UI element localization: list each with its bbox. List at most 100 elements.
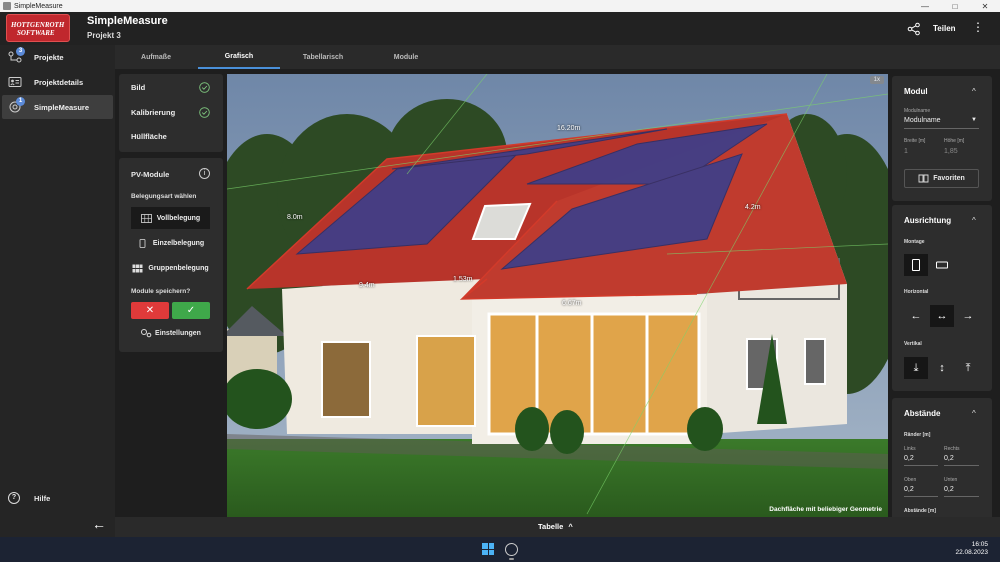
full-grid-icon [140,213,152,223]
confirm-save-button[interactable]: ✓ [172,302,210,319]
oben-field[interactable]: 0,2 [904,486,914,493]
rechts-label: Rechts [944,446,960,452]
option-label: Einzelbelegung [152,239,205,247]
measurement-label: 16.20m [557,125,581,132]
portrait-icon [912,259,920,271]
tab-tabellarisch[interactable]: Tabellarisch [282,45,364,69]
table-toggle-button[interactable]: Tabelle ^ [538,522,573,531]
measurement-label: 6.67m [562,300,582,307]
measurement-canvas[interactable]: 1x 16.20m 8.0m 9.4m 1.53m 6.67m 4.2m Dac… [227,74,888,517]
sidebar-item-label: SimpleMeasure [34,102,90,112]
save-modules-label: Module speichern? [131,288,191,295]
clock-date: 22.08.2023 [955,549,988,556]
tab-grafisch[interactable]: Grafisch [198,45,280,69]
raender-label: Ränder [m] [904,432,931,438]
measurement-label: 1.53m [453,276,473,283]
more-options-icon[interactable]: ⋮ [972,21,984,33]
zoom-indicator[interactable]: 1x [869,76,884,84]
logo-text-line1: HOTTGENROTH [11,21,65,29]
portrait-mount-button[interactable] [904,254,928,276]
modulname-select[interactable]: Modulname [904,117,941,124]
sidebar-item-projekte[interactable]: 3 Projekte [2,45,113,69]
step-kalibrierung[interactable]: Kalibrierung [131,108,175,117]
settings-label: Einstellungen [155,329,201,337]
help-button[interactable]: ? Hilfe [8,492,50,504]
window-title: SimpleMeasure [14,2,63,10]
app-icon [3,2,11,10]
gears-icon [141,329,152,338]
field-underline [944,496,979,497]
tab-module[interactable]: Module [365,45,447,69]
measurement-label: 8.0m [287,214,303,221]
chevron-up-icon[interactable]: ^ [972,409,976,418]
properties-panel: Modul ^ Modulname Modulname ▼ Breite [m]… [892,74,992,517]
sidebar-item-projektdetails[interactable]: Projektdetails [2,70,113,94]
window-controls: — □ ✕ [910,2,1000,11]
links-field[interactable]: 0,2 [904,455,914,462]
links-label: Links [904,446,916,452]
close-window-button[interactable]: ✕ [970,2,1000,11]
help-label: Hilfe [34,493,51,503]
share-icon[interactable] [907,22,921,36]
project-title: Projekt 3 [87,31,121,40]
chevron-up-icon[interactable]: ^ [972,216,976,225]
step-huellflaeche[interactable]: Hüllfläche [131,132,167,141]
option-einzelbelegung[interactable]: Einzelbelegung [131,232,210,254]
back-arrow-icon[interactable]: ← [92,516,106,532]
option-vollbelegung[interactable]: Vollbelegung [131,207,210,229]
sidebar: 3 Projekte Projektdetails 1 SimpleMeasur… [0,45,115,537]
cancel-save-button[interactable]: ✕ [131,302,169,319]
simplemeasure-badge: 1 [16,97,25,106]
align-right-button[interactable]: → [956,305,980,327]
window-titlebar: SimpleMeasure — □ ✕ [0,0,1000,12]
pv-modules-title: PV-Module [131,170,170,179]
sidebar-item-simplemeasure[interactable]: 1 SimpleMeasure [2,95,113,119]
modul-title: Modul [904,87,928,96]
field-underline [904,465,938,466]
measurement-label: 4.2m [745,204,761,211]
horizontal-label: Horizontal [904,289,929,295]
favoriten-label: Favoriten [933,175,965,182]
settings-button[interactable]: Einstellungen [131,324,210,342]
breite-field[interactable]: 1 [904,148,908,155]
workflow-steps-card: Bild Kalibrierung Hüllfläche [119,74,223,152]
system-clock[interactable]: 16:05 22.08.2023 [950,541,988,557]
app-title: SimpleMeasure [87,15,168,27]
share-button[interactable]: Teilen [933,24,956,33]
windows-start-icon[interactable] [482,543,494,555]
landscape-mount-button[interactable] [930,254,954,276]
ausrichtung-card: Ausrichtung ^ Montage Horizontal ← ↔ → V… [892,205,992,391]
maximize-button[interactable]: □ [940,2,970,11]
running-indicator [509,558,514,560]
sidebar-item-label: Projektdetails [34,77,84,87]
os-taskbar: 16:05 22.08.2023 [0,537,1000,562]
table-toggle-bar[interactable]: Tabelle ^ [115,517,1000,537]
projects-badge: 3 [16,47,25,56]
belegungsart-label: Belegungsart wählen [131,193,197,200]
align-center-v-button[interactable]: ↕ [930,357,954,379]
align-top-button[interactable]: ⤒ [956,357,980,379]
hottgenroth-logo: HOTTGENROTH SOFTWARE [6,14,70,42]
align-left-button[interactable]: ← [904,305,928,327]
step-bild[interactable]: Bild [131,83,145,92]
tab-aufmasse[interactable]: Aufmaße [115,45,197,69]
minimize-button[interactable]: — [910,2,940,11]
check-circle-icon [199,107,210,118]
chevron-up-icon[interactable]: ^ [972,87,976,96]
simplemeasure-taskbar-icon[interactable] [505,543,518,556]
info-icon[interactable]: i [199,168,210,179]
hoehe-field[interactable]: 1,85 [944,148,958,155]
sidebar-item-label: Projekte [34,52,64,62]
field-underline [904,496,938,497]
align-bottom-button[interactable]: ⤓ [904,357,928,379]
unten-label: Unten [944,477,958,483]
rechts-field[interactable]: 0,2 [944,455,954,462]
option-gruppenbelegung[interactable]: Gruppenbelegung [131,257,210,279]
single-module-icon [139,238,146,248]
dropdown-caret-icon[interactable]: ▼ [971,117,977,123]
align-center-h-button[interactable]: ↔ [930,305,954,327]
hoehe-label: Höhe [m] [944,138,965,144]
favoriten-button[interactable]: Favoriten [904,169,979,188]
unten-field[interactable]: 0,2 [944,486,954,493]
app-header: HOTTGENROTH SOFTWARE SimpleMeasure Proje… [0,12,1000,45]
